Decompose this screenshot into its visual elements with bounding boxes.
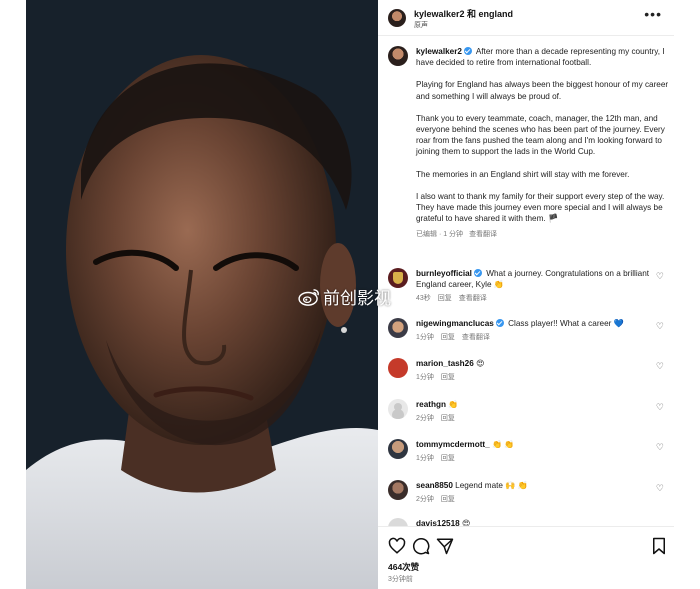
caption-meta: 已编辑 · 1 分钟 查看翻译: [416, 229, 670, 240]
translate-link[interactable]: 查看翻译: [459, 295, 487, 302]
comment-time: 2分钟: [416, 496, 434, 503]
comment-avatar[interactable]: [388, 268, 408, 288]
comment-username[interactable]: tommymcdermott_: [416, 440, 490, 449]
comment-item: reathgn 👏 2分钟 回复 ♡: [388, 399, 668, 424]
caption-username[interactable]: kylewalker2: [416, 47, 462, 56]
likes-count[interactable]: 464次赞: [388, 561, 419, 573]
comment-username[interactable]: reathgn: [416, 400, 446, 409]
caption-paragraph-4: The memories in an England shirt will st…: [416, 169, 630, 179]
reply-link[interactable]: 回复: [438, 295, 452, 302]
post-caption: kylewalker2 After more than a decade rep…: [388, 46, 670, 241]
caption-paragraph-2: Playing for England has always been the …: [416, 80, 669, 101]
author-avatar[interactable]: [388, 9, 406, 27]
watermark-text: 前创影视: [323, 289, 391, 309]
post-header: kylewalker2 和 england 原声 •••: [378, 0, 674, 36]
comment-avatar[interactable]: [388, 358, 408, 378]
comment-icon[interactable]: [412, 537, 430, 555]
comment-avatar[interactable]: [388, 318, 408, 338]
reply-link[interactable]: 回复: [441, 334, 455, 341]
instagram-post-frame: kylewalker2 和 england 原声 ••• kylewalker2…: [0, 0, 700, 589]
comment-text: 😍: [476, 359, 485, 368]
comment-item: tommymcdermott_ 👏 👏 1分钟 回复 ♡: [388, 439, 668, 464]
heart-icon[interactable]: ♡: [656, 361, 664, 372]
comment-username[interactable]: marion_tash26: [416, 359, 474, 368]
comment-item: burnleyofficial What a journey. Congratu…: [388, 268, 668, 304]
bookmark-icon[interactable]: [650, 537, 668, 555]
heart-icon[interactable]: ♡: [656, 402, 664, 413]
comment-avatar[interactable]: [388, 480, 408, 500]
comment-item: sean8850 Legend mate 🙌 👏 2分钟 回复 ♡: [388, 480, 668, 505]
post-side-panel: kylewalker2 和 england 原声 ••• kylewalker2…: [378, 0, 674, 589]
heart-icon[interactable]: ♡: [656, 483, 664, 494]
watermark: 前创影视: [298, 284, 391, 309]
caption-paragraph-5: I also want to thank my family for their…: [416, 191, 665, 224]
comment-time: 1分钟: [416, 455, 434, 462]
comment-item: nigewingmanclucas Class player!! What a …: [388, 318, 668, 343]
reply-link[interactable]: 回复: [441, 455, 455, 462]
heart-icon[interactable]: ♡: [656, 321, 664, 332]
weibo-logo: [298, 288, 319, 306]
audio-label[interactable]: 原声: [414, 20, 428, 30]
comment-item: marion_tash26 😍 1分钟 回复 ♡: [388, 358, 668, 383]
caption-avatar[interactable]: [388, 46, 408, 66]
verified-badge-icon: [495, 319, 504, 327]
heart-icon[interactable]: [388, 537, 406, 555]
author-usernames[interactable]: kylewalker2 和 england: [414, 7, 513, 20]
comment-avatar[interactable]: [388, 439, 408, 459]
edited-time: 已编辑 · 1 分钟: [416, 231, 464, 239]
verified-badge-icon: [463, 47, 472, 55]
reply-link[interactable]: 回复: [441, 415, 455, 422]
share-icon[interactable]: [436, 537, 454, 555]
heart-icon[interactable]: ♡: [656, 271, 664, 282]
reply-link[interactable]: 回复: [441, 496, 455, 503]
comment-username[interactable]: nigewingmanclucas: [416, 319, 494, 328]
translate-link[interactable]: 查看翻译: [469, 231, 497, 238]
more-icon[interactable]: •••: [644, 6, 662, 22]
translate-link[interactable]: 查看翻译: [462, 334, 490, 341]
heart-icon[interactable]: ♡: [656, 442, 664, 453]
caption-paragraph-1: kylewalker2 After more than a decade rep…: [416, 47, 665, 68]
comment-text: 👏 👏: [492, 440, 515, 449]
caption-paragraph-3: Thank you to every teammate, coach, mana…: [416, 113, 665, 157]
post-time: 3分钟前: [388, 576, 413, 583]
comment-text: 👏: [448, 400, 459, 409]
comment-time: 1分钟: [416, 374, 434, 381]
comment-text: Class player!! What a career 💙: [508, 319, 624, 328]
verified-badge-icon: [473, 269, 482, 277]
comment-username[interactable]: sean8850: [416, 481, 453, 490]
comment-time: 1分钟: [416, 334, 434, 341]
comment-username[interactable]: burnleyofficial: [416, 269, 472, 278]
comment-avatar[interactable]: [388, 399, 408, 419]
comment-time: 2分钟: [416, 415, 434, 422]
comment-text: Legend mate 🙌 👏: [455, 481, 528, 490]
post-actions-bar: 464次赞 3分钟前: [378, 526, 674, 589]
comment-time: 43秒: [416, 295, 431, 302]
reply-link[interactable]: 回复: [441, 374, 455, 381]
